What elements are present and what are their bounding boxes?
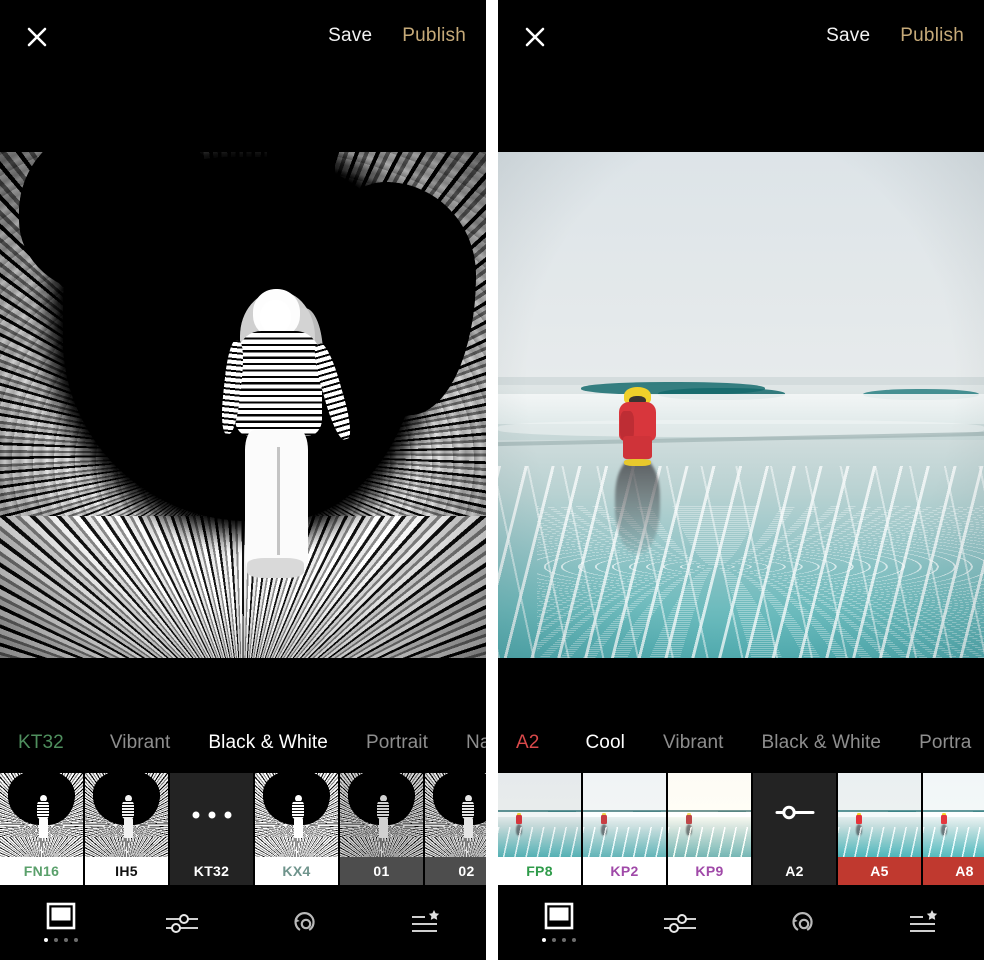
filter-category-vibrant[interactable]: Vibrant <box>110 732 209 754</box>
filter-page-dots <box>542 937 576 943</box>
tool-recipes[interactable] <box>863 885 984 960</box>
bottom-toolbar-right[interactable] <box>498 885 984 960</box>
thumb-preview-image <box>425 773 486 857</box>
filter-thumb-kx4[interactable]: KX4 <box>255 773 340 885</box>
filters-icon <box>44 902 78 932</box>
photo-preview-left[interactable] <box>0 152 486 658</box>
filter-thumbnail-strip-right[interactable]: FP8 KP2 KP9 <box>498 773 984 885</box>
thumb-preview-image <box>0 773 83 857</box>
publish-button[interactable]: Publish <box>402 22 466 50</box>
adjust-sliders-icon <box>163 908 201 938</box>
thumb-preview-image <box>668 773 751 857</box>
filter-thumb-label: FN16 <box>0 857 83 885</box>
thumb-preview-image <box>923 773 984 857</box>
filter-category-black-and-white[interactable]: Black & White <box>208 732 366 754</box>
tool-history[interactable] <box>741 885 863 960</box>
thumb-preview-image <box>498 773 581 857</box>
thumb-preview-image <box>838 773 921 857</box>
adjust-sliders-icon <box>661 908 699 938</box>
thumb-selected-glyph-area <box>753 773 836 857</box>
filter-thumb-a5[interactable]: A5 <box>838 773 923 885</box>
filter-thumb-label: KT32 <box>170 857 253 885</box>
tool-recipes[interactable] <box>365 885 487 960</box>
filter-category-portrait[interactable]: Portra <box>919 732 984 754</box>
filter-category-black-and-white[interactable]: Black & White <box>762 732 920 754</box>
undo-history-icon <box>286 907 322 939</box>
filter-category-strip-left[interactable]: KT32 Vibrant Black & White Portrait Nat <box>0 713 486 773</box>
filter-thumb-label: 02 <box>425 857 486 885</box>
filter-category-vibrant[interactable]: Vibrant <box>663 732 762 754</box>
filter-category-cool[interactable]: Cool <box>585 732 662 754</box>
filter-thumb-kp2[interactable]: KP2 <box>583 773 668 885</box>
filter-thumb-label: A5 <box>838 857 921 885</box>
thumb-preview-image <box>583 773 666 857</box>
save-button[interactable]: Save <box>328 22 372 50</box>
filter-thumb-ih5[interactable]: IH5 <box>85 773 170 885</box>
spacer-left <box>0 658 486 713</box>
tool-adjust[interactable] <box>620 885 742 960</box>
filter-thumb-kp9[interactable]: KP9 <box>668 773 753 885</box>
filter-thumb-label: A8 <box>923 857 984 885</box>
slider-icon <box>773 804 817 827</box>
tool-filters[interactable] <box>498 885 620 960</box>
top-bar-right: Save Publish <box>498 0 984 152</box>
bottom-toolbar-left[interactable] <box>0 885 486 960</box>
filter-thumb-fn16[interactable]: FN16 <box>0 773 85 885</box>
top-bar-left: Save Publish <box>0 0 486 152</box>
filter-thumb-fp8[interactable]: FP8 <box>498 773 583 885</box>
filter-thumb-kt32-selected[interactable]: KT32 <box>170 773 255 885</box>
undo-history-icon <box>784 907 820 939</box>
panel-divider <box>486 0 498 960</box>
three-dots-icon <box>192 812 231 819</box>
filter-thumb-02[interactable]: 02 <box>425 773 486 885</box>
filter-thumb-a8[interactable]: A8 <box>923 773 984 885</box>
close-icon[interactable] <box>22 22 52 52</box>
photo-preview-right[interactable] <box>498 152 984 658</box>
close-icon[interactable] <box>520 22 550 52</box>
top-actions-right: Save Publish <box>826 22 964 50</box>
dual-screenshot-comparison: Save Publish <box>0 0 984 960</box>
recipes-star-icon <box>408 908 442 938</box>
tool-history[interactable] <box>243 885 365 960</box>
thumb-preview-image <box>85 773 168 857</box>
filter-thumbnail-strip-left[interactable]: FN16 IH5 KT32 KX4 <box>0 773 486 885</box>
filter-thumb-label: FP8 <box>498 857 581 885</box>
photo-image-bw-tree-stump <box>0 152 486 658</box>
spacer-right <box>498 658 984 713</box>
save-button[interactable]: Save <box>826 22 870 50</box>
filter-category-portrait[interactable]: Portrait <box>366 732 466 754</box>
filter-category-natural[interactable]: Nat <box>466 732 486 754</box>
tool-filters[interactable] <box>0 885 122 960</box>
thumb-preview-image <box>340 773 423 857</box>
filter-page-dots <box>44 937 78 943</box>
publish-button[interactable]: Publish <box>900 22 964 50</box>
filter-thumb-label: A2 <box>753 857 836 885</box>
thumb-preview-image <box>255 773 338 857</box>
filter-thumb-label: KP9 <box>668 857 751 885</box>
recipes-star-icon <box>906 908 940 938</box>
tool-adjust[interactable] <box>122 885 244 960</box>
filter-name-a2[interactable]: A2 <box>516 732 585 754</box>
filter-thumb-a2-selected[interactable]: A2 <box>753 773 838 885</box>
filter-thumb-01[interactable]: 01 <box>340 773 425 885</box>
filter-thumb-label: 01 <box>340 857 423 885</box>
editor-screen-left: Save Publish <box>0 0 486 960</box>
filter-category-strip-right[interactable]: A2 Cool Vibrant Black & White Portra <box>498 713 984 773</box>
filter-thumb-label: IH5 <box>85 857 168 885</box>
filter-thumb-label: KP2 <box>583 857 666 885</box>
thumb-selected-glyph-area <box>170 773 253 857</box>
filter-thumb-label: KX4 <box>255 857 338 885</box>
filters-icon <box>542 902 576 932</box>
photo-image-beach-child <box>498 152 984 658</box>
top-actions-left: Save Publish <box>328 22 466 50</box>
editor-screen-right: Save Publish <box>498 0 984 960</box>
filter-name-kt32[interactable]: KT32 <box>18 732 110 754</box>
